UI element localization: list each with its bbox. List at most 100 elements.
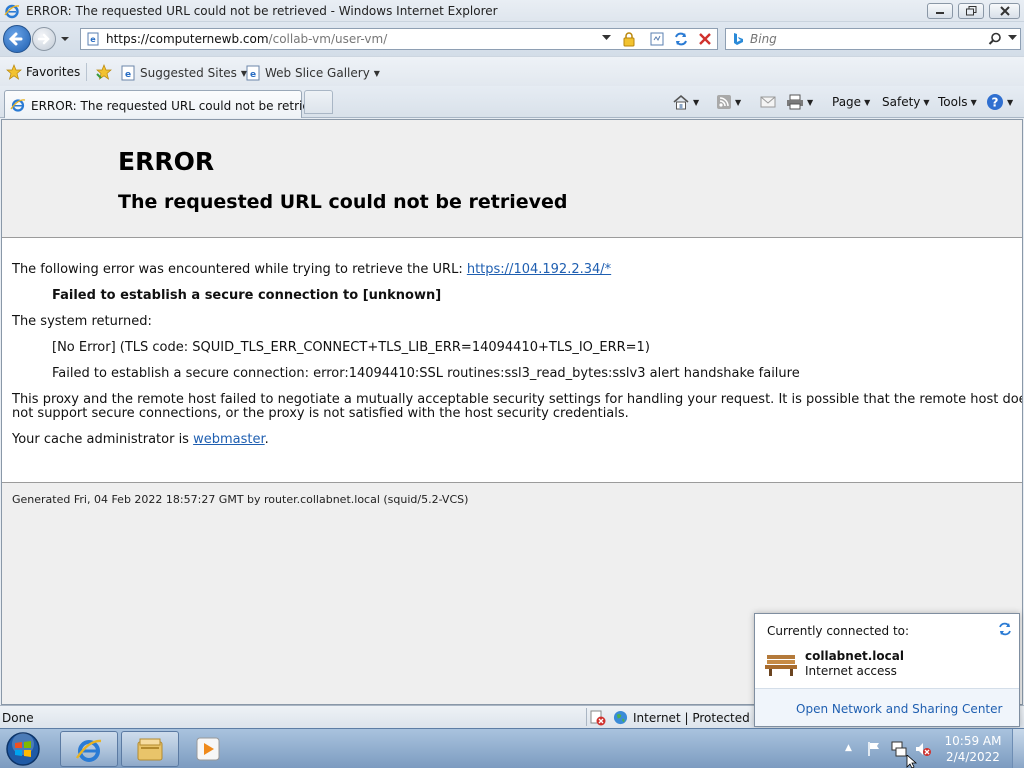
restore-icon <box>965 6 976 16</box>
show-hidden-icons-arrow[interactable]: ▲ <box>845 743 852 753</box>
suggested-sites-link[interactable]: e Suggested Sites ▼ <box>120 65 247 81</box>
home-button[interactable]: ▼ <box>672 92 699 112</box>
read-mail-button[interactable] <box>760 92 776 112</box>
print-button[interactable]: ▼ <box>786 92 813 112</box>
search-input[interactable] <box>750 32 980 46</box>
svg-text:?: ? <box>992 96 999 110</box>
failure-summary: Failed to establish a secure connection … <box>52 288 442 303</box>
taskbar-internet-explorer[interactable] <box>60 731 118 767</box>
error-detail-line: Failed to establish a secure connection:… <box>52 366 800 381</box>
mail-icon <box>760 96 776 108</box>
minimize-icon <box>936 12 944 14</box>
requested-url-link[interactable]: https://104.192.2.34/* <box>467 262 611 277</box>
error-header: ERROR The requested URL could not be ret… <box>2 120 1022 238</box>
compatibility-view-icon[interactable] <box>649 31 665 47</box>
favorites-button[interactable]: Favorites <box>6 62 80 82</box>
address-dropdown-icon[interactable] <box>602 35 611 41</box>
tab-current[interactable]: ERROR: The requested URL could not be re… <box>4 90 332 118</box>
page-menu-button[interactable]: Page ▼ <box>832 92 870 112</box>
address-bar[interactable]: e https://computernewb.com/collab-vm/use… <box>80 28 718 50</box>
tab-row: ERROR: The requested URL could not be re… <box>0 86 1024 118</box>
refresh-icon[interactable] <box>673 31 689 47</box>
stop-icon[interactable] <box>697 31 713 47</box>
network-bench-icon <box>765 655 797 676</box>
search-options-dropdown-icon[interactable] <box>1008 35 1017 41</box>
navigation-bar: e https://computernewb.com/collab-vm/use… <box>0 22 1024 56</box>
feeds-icon <box>717 95 731 109</box>
status-separator <box>586 708 587 726</box>
add-to-favorites-bar-icon[interactable] <box>95 64 113 80</box>
page-icon: e <box>87 32 99 46</box>
taskbar-media-player[interactable] <box>182 731 232 767</box>
suggested-sites-icon: e <box>121 65 135 81</box>
ie-logo-icon <box>76 739 102 762</box>
clock-date[interactable]: 2/4/2022 <box>944 750 1002 764</box>
close-window-button[interactable] <box>989 3 1020 19</box>
feeds-button[interactable]: ▼ <box>716 92 741 112</box>
forward-button[interactable] <box>32 27 56 51</box>
error-code-line: [No Error] (TLS code: SQUID_TLS_ERR_CONN… <box>52 340 650 355</box>
lock-icon[interactable] <box>621 31 637 47</box>
help-icon: ? <box>987 94 1003 110</box>
favorites-label: Favorites <box>26 65 81 79</box>
svg-text:e: e <box>250 70 256 80</box>
chevron-down-icon: ▼ <box>923 97 930 107</box>
page-subtitle: The requested URL could not be retrieved <box>118 191 568 213</box>
chevron-down-icon: ▼ <box>1007 97 1014 107</box>
network-refresh-icon[interactable] <box>997 621 1013 637</box>
back-button[interactable] <box>3 25 31 53</box>
internet-zone-globe-icon <box>613 710 628 725</box>
chevron-down-icon: ▼ <box>735 97 742 107</box>
search-box[interactable] <box>725 28 1021 50</box>
network-name: collabnet.local <box>805 649 904 663</box>
blocked-content-icon[interactable] <box>590 710 606 726</box>
window-title: ERROR: The requested URL could not be re… <box>26 4 498 18</box>
mouse-cursor-icon <box>906 755 918 768</box>
new-tab-button[interactable] <box>304 90 333 114</box>
explanation-line-2: not support secure connections, or the p… <box>12 406 629 421</box>
status-text: Done <box>2 711 34 725</box>
close-icon <box>999 6 1010 16</box>
printer-icon <box>787 94 803 110</box>
chevron-down-icon: ▼ <box>970 97 977 107</box>
search-icon[interactable] <box>988 32 1002 46</box>
network-popup-heading: Currently connected to: <box>767 624 910 638</box>
help-button[interactable]: ? ▼ <box>986 92 1013 112</box>
page-title: ERROR <box>118 147 215 176</box>
show-desktop-button[interactable] <box>1012 729 1024 768</box>
system-returned-label: The system returned: <box>12 314 152 329</box>
taskbar-windows-explorer[interactable] <box>121 731 179 767</box>
open-network-sharing-center-link[interactable]: Open Network and Sharing Center <box>796 702 1002 716</box>
ie-logo-icon <box>4 4 20 19</box>
restore-button[interactable] <box>958 3 984 19</box>
network-popup: Currently connected to: collabnet.local … <box>754 613 1020 727</box>
bing-icon <box>734 33 743 45</box>
favorites-star-icon <box>6 64 22 80</box>
web-slice-gallery-link[interactable]: e Web Slice Gallery ▼ <box>245 65 380 81</box>
safety-menu-button[interactable]: Safety ▼ <box>882 92 930 112</box>
forward-arrow-icon <box>37 33 50 45</box>
network-status: Internet access <box>805 664 897 678</box>
webmaster-link[interactable]: webmaster <box>193 432 265 447</box>
ie-page-icon <box>10 99 26 112</box>
security-zone-text[interactable]: Internet | Protected Mo <box>633 711 771 725</box>
web-slice-gallery-icon: e <box>246 65 260 81</box>
start-button[interactable] <box>3 731 43 767</box>
folder-icon <box>137 738 163 761</box>
media-player-icon <box>196 737 220 761</box>
minimize-button[interactable] <box>927 3 953 19</box>
tab-label: ERROR: The requested URL could not be re… <box>31 99 332 113</box>
action-center-flag-icon[interactable] <box>866 741 882 757</box>
chevron-down-icon: ▼ <box>693 97 700 107</box>
clock-time[interactable]: 10:59 AM <box>944 734 1002 748</box>
back-arrow-icon <box>8 32 23 46</box>
address-url[interactable]: https://computernewb.com/collab-vm/user-… <box>106 32 387 46</box>
explanation-line-1: This proxy and the remote host failed to… <box>12 392 1023 407</box>
tools-menu-button[interactable]: Tools ▼ <box>938 92 977 112</box>
intro-line: The following error was encountered whil… <box>12 262 612 277</box>
generated-footer: Generated Fri, 04 Feb 2022 18:57:27 GMT … <box>12 493 469 506</box>
taskbar: ▲ 10:59 AM 2/4/2022 <box>0 728 1024 768</box>
recent-pages-dropdown-icon[interactable] <box>59 34 71 44</box>
title-bar: ERROR: The requested URL could not be re… <box>0 0 1024 22</box>
admin-line: Your cache administrator is webmaster. <box>12 432 269 447</box>
